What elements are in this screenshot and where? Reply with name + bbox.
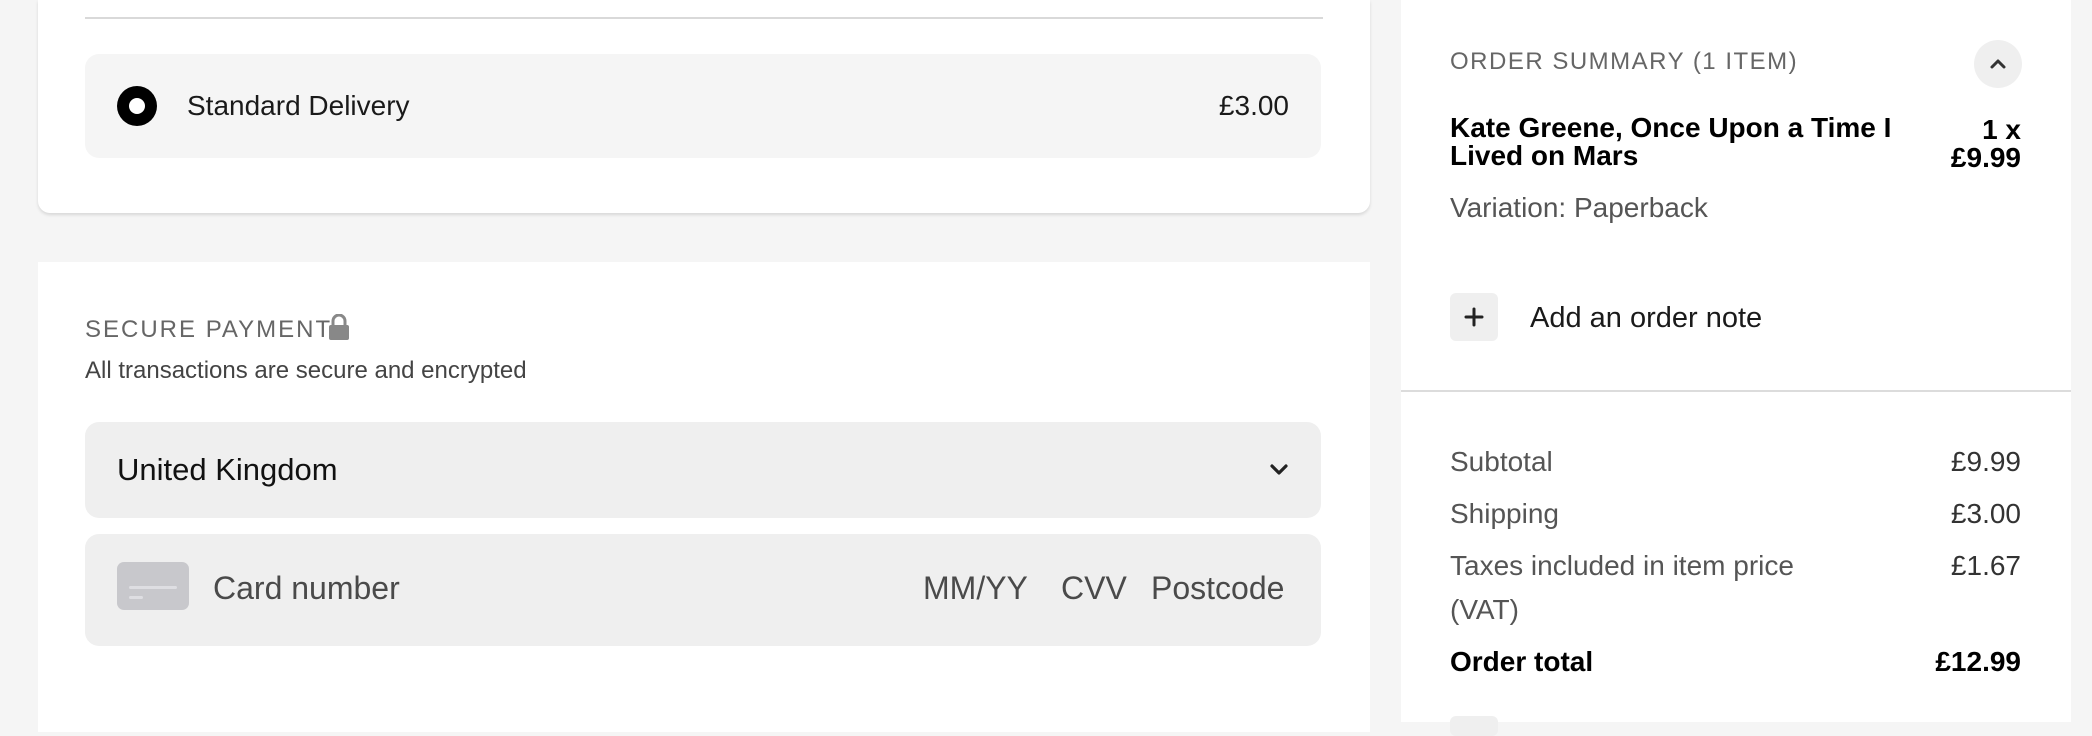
taxes-label: Taxes included in item price (VAT) bbox=[1450, 550, 1794, 625]
item-name: Kate Greene, Once Upon a Time I Lived on… bbox=[1450, 112, 1892, 171]
partially-visible-button[interactable] bbox=[1450, 716, 1498, 736]
payment-security-note: All transactions are secure and encrypte… bbox=[85, 357, 527, 384]
delivery-option-price: £3.00 bbox=[1218, 90, 1289, 121]
country-select[interactable]: United Kingdom bbox=[85, 422, 1321, 518]
item-variation: Variation: Paperback bbox=[1450, 192, 1708, 223]
radio-selected-icon[interactable] bbox=[117, 86, 157, 126]
card-number-input[interactable]: Card number bbox=[213, 570, 400, 607]
item-price: £9.99 bbox=[1950, 142, 2021, 173]
section-divider bbox=[85, 17, 1323, 19]
taxes-value: £1.67 bbox=[1950, 550, 2021, 581]
chevron-down-icon bbox=[1270, 464, 1288, 475]
card-details-field[interactable]: Card number MM/YY CVV Postcode bbox=[85, 534, 1321, 646]
secure-payment-card: SECURE PAYMENT All transactions are secu… bbox=[38, 262, 1370, 732]
order-summary-title: ORDER SUMMARY (1 ITEM) bbox=[1450, 48, 1799, 75]
order-total-label: Order total bbox=[1450, 646, 1594, 677]
plus-icon bbox=[1464, 307, 1484, 327]
shipping-method-card: Standard Delivery £3.00 bbox=[38, 0, 1370, 213]
card-icon bbox=[117, 562, 189, 610]
delivery-option-standard[interactable]: Standard Delivery £3.00 bbox=[85, 54, 1321, 158]
country-selected-value: United Kingdom bbox=[117, 452, 338, 487]
card-cvv-input[interactable]: CVV bbox=[1061, 570, 1127, 607]
subtotal-value: £9.99 bbox=[1950, 446, 2021, 477]
shipping-label: Shipping bbox=[1450, 498, 1559, 529]
order-total-value: £12.99 bbox=[1935, 646, 2021, 677]
add-order-note-button[interactable] bbox=[1450, 293, 1498, 341]
summary-divider bbox=[1401, 390, 2071, 392]
payment-section-title: SECURE PAYMENT bbox=[85, 316, 333, 343]
order-summary-panel: ORDER SUMMARY (1 ITEM) Kate Greene, Once… bbox=[1401, 0, 2071, 736]
shipping-value: £3.00 bbox=[1950, 498, 2021, 529]
delivery-option-label: Standard Delivery bbox=[187, 90, 410, 121]
card-postcode-input[interactable]: Postcode bbox=[1151, 570, 1284, 607]
card-expiry-input[interactable]: MM/YY bbox=[923, 570, 1028, 607]
add-order-note-link[interactable]: Add an order note bbox=[1530, 302, 1762, 335]
chevron-up-icon bbox=[1990, 59, 2006, 69]
subtotal-label: Subtotal bbox=[1450, 446, 1553, 477]
collapse-summary-button[interactable] bbox=[1974, 40, 2022, 88]
lock-icon bbox=[329, 314, 349, 340]
